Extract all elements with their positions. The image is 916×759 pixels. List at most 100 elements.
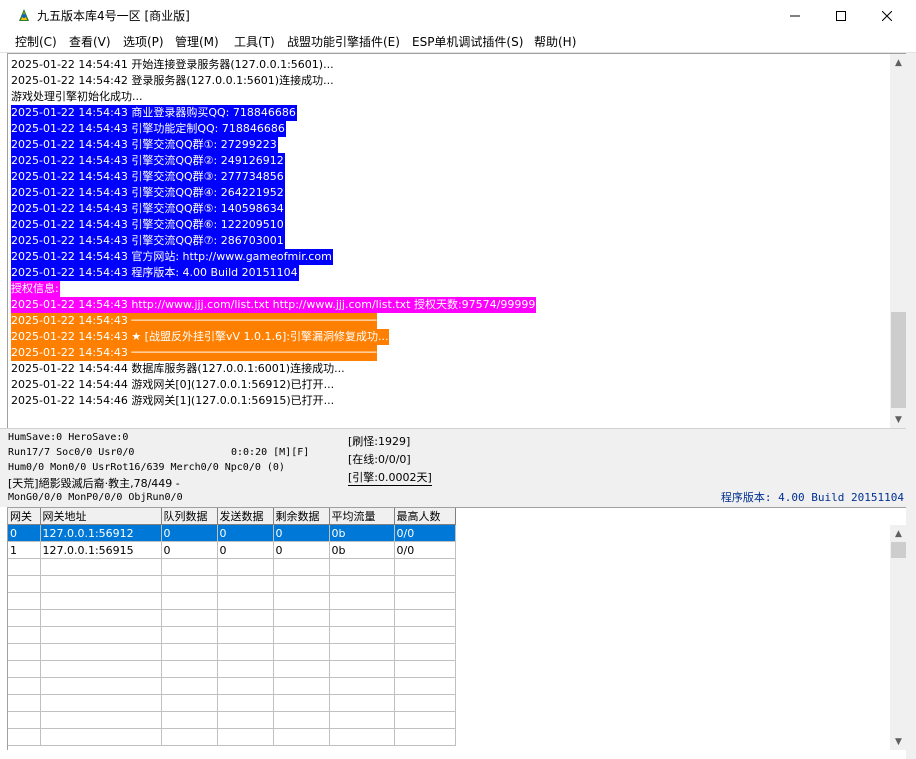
grid-cell	[40, 711, 162, 729]
table-row[interactable]	[8, 660, 456, 678]
grid-cell	[273, 626, 330, 644]
grid-cell	[329, 558, 395, 576]
grid-cell	[273, 643, 330, 661]
table-row[interactable]	[8, 711, 456, 729]
menu-view[interactable]: 查看(V)	[69, 33, 111, 50]
grid-cell	[161, 711, 218, 729]
table-row[interactable]	[8, 609, 456, 627]
grid-cell	[273, 575, 330, 593]
grid-cell	[8, 626, 41, 644]
table-row[interactable]	[8, 558, 456, 576]
status-mon: MonG0/0/0 MonP0/0/0 ObjRun0/0	[8, 492, 183, 503]
grid-cell	[217, 711, 274, 729]
grid-cell: 0	[217, 541, 274, 559]
scroll-thumb[interactable]	[891, 312, 906, 408]
grid-scrollbar[interactable]: ▲ ▼	[890, 525, 907, 750]
grid-header-cell[interactable]: 队列数据	[161, 508, 218, 525]
table-row[interactable]	[8, 643, 456, 661]
grid-cell	[161, 626, 218, 644]
grid-header-cell[interactable]: 最高人数	[394, 508, 456, 525]
grid-cell	[329, 609, 395, 627]
grid-header-cell[interactable]: 平均流量	[329, 508, 395, 525]
log-scrollbar[interactable]: ▲ ▼	[890, 54, 907, 428]
grid-scroll-down-icon[interactable]: ▼	[890, 733, 907, 750]
menu-manage[interactable]: 管理(M)	[175, 33, 219, 50]
grid-cell	[40, 677, 162, 695]
log-line: 2025-01-22 14:54:43 ────────────────────…	[11, 313, 378, 329]
refresh-monster-label: [刷怪:1929]	[348, 435, 411, 448]
grid-cell	[217, 694, 274, 712]
table-row[interactable]	[8, 677, 456, 695]
grid-cell	[273, 677, 330, 695]
status-run: Run17/7 Soc0/0 Usr0/0	[8, 447, 135, 458]
close-button[interactable]	[864, 0, 910, 31]
grid-cell	[394, 694, 456, 712]
grid-cell	[394, 592, 456, 610]
grid-cell	[161, 609, 218, 627]
table-row[interactable]	[8, 728, 456, 746]
log-line: 2025-01-22 14:54:46 游戏网关[1](127.0.0.1:56…	[11, 394, 335, 407]
menu-esp-plugin[interactable]: ESP单机调试插件(S)	[412, 33, 523, 50]
gateway-grid[interactable]: 网关 网关地址 队列数据 发送数据 剩余数据 平均流量 最高人数 0 127.0.0.1:56…	[7, 507, 907, 750]
log-line: 游戏处理引擎初始化成功...	[11, 90, 143, 103]
log-line: 2025-01-22 14:54:43 引擎交流QQ群③: 277734856	[11, 169, 285, 185]
grid-header-cell[interactable]: 网关	[8, 508, 41, 525]
table-row[interactable]	[8, 592, 456, 610]
log-line: 授权信息:	[11, 281, 60, 297]
menu-options[interactable]: 选项(P)	[123, 33, 164, 50]
engine-time-link[interactable]: [引擎:0.0002天]	[348, 469, 432, 486]
grid-cell	[8, 575, 41, 593]
close-icon	[882, 10, 892, 21]
table-row[interactable]	[8, 575, 456, 593]
grid-cell	[329, 711, 395, 729]
grid-cell	[8, 728, 41, 746]
grid-cell	[40, 728, 162, 746]
gateway-table: 网关 网关地址 队列数据 发送数据 剩余数据 平均流量 最高人数 0 127.0.0.1:56…	[8, 508, 456, 746]
menu-control[interactable]: 控制(C)	[15, 33, 57, 50]
grid-cell	[40, 626, 162, 644]
grid-cell	[273, 558, 330, 576]
grid-cell	[217, 609, 274, 627]
log-line: 2025-01-22 14:54:43 引擎功能定制QQ: 718846686	[11, 121, 286, 137]
grid-cell: 0	[217, 524, 274, 542]
log-line: 2025-01-22 14:54:41 开始连接登录服务器(127.0.0.1:…	[11, 58, 334, 71]
table-row[interactable]: 1 127.0.0.1:56915 0 0 0 0b 0/0	[8, 541, 456, 559]
table-row[interactable]	[8, 694, 456, 712]
log-panel[interactable]: 2025-01-22 14:54:41 开始连接登录服务器(127.0.0.1:…	[7, 53, 907, 428]
log-line: 2025-01-22 14:54:43 http://www.jjj.com/l…	[11, 297, 537, 313]
version-label: 程序版本: 4.00 Build 20151104	[720, 491, 904, 504]
scroll-down-icon[interactable]: ▼	[890, 411, 907, 428]
grid-cell	[394, 609, 456, 627]
grid-cell	[217, 643, 274, 661]
log-line: 2025-01-22 14:54:44 数据库服务器(127.0.0.1:600…	[11, 362, 345, 375]
grid-header-cell[interactable]: 剩余数据	[273, 508, 330, 525]
grid-cell	[394, 575, 456, 593]
grid-cell	[161, 643, 218, 661]
grid-cell	[161, 728, 218, 746]
menu-tools[interactable]: 工具(T)	[234, 33, 275, 50]
grid-header-cell[interactable]: 网关地址	[40, 508, 162, 525]
maximize-icon	[836, 10, 846, 21]
grid-scroll-thumb[interactable]	[891, 542, 906, 558]
grid-cell	[8, 694, 41, 712]
table-row[interactable]: 0 127.0.0.1:56912 0 0 0 0b 0/0	[8, 524, 456, 542]
table-row[interactable]	[8, 626, 456, 644]
scroll-up-icon[interactable]: ▲	[890, 54, 907, 71]
menu-help[interactable]: 帮助(H)	[534, 33, 576, 50]
menu-engine-plugin[interactable]: 战盟功能引擎插件(E)	[287, 33, 400, 50]
grid-cell: 0	[273, 524, 330, 542]
grid-cell	[161, 694, 218, 712]
grid-header-cell[interactable]: 发送数据	[217, 508, 274, 525]
minimize-button[interactable]	[772, 0, 818, 31]
log-line: 2025-01-22 14:54:43 引擎交流QQ群①: 27299223	[11, 137, 278, 153]
grid-cell	[161, 660, 218, 678]
grid-cell	[8, 677, 41, 695]
log-line: 2025-01-22 14:54:43 引擎交流QQ群⑦: 286703001	[11, 233, 285, 249]
log-line: 2025-01-22 14:54:43 商业登录器购买QQ: 718846686	[11, 105, 297, 121]
grid-cell	[8, 643, 41, 661]
log-line: 2025-01-22 14:54:43 引擎交流QQ群④: 264221952	[11, 185, 285, 201]
grid-cell	[273, 711, 330, 729]
grid-scroll-up-icon[interactable]: ▲	[890, 525, 907, 542]
maximize-button[interactable]	[818, 0, 864, 31]
grid-cell	[8, 609, 41, 627]
